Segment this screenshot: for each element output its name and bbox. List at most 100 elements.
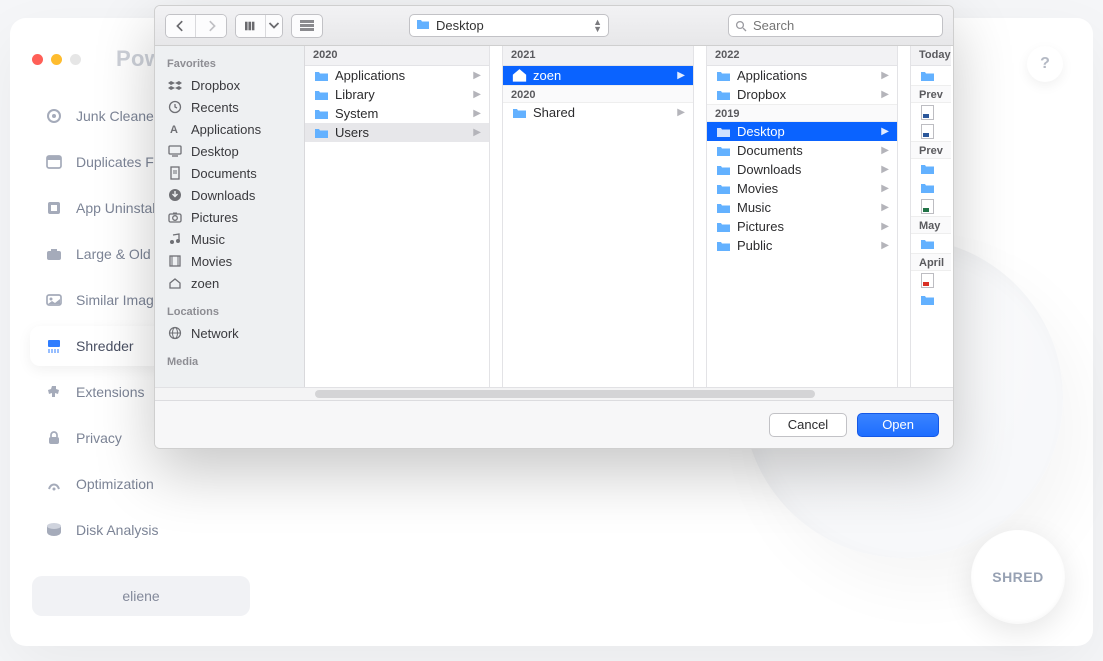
finder-sidebar-movies[interactable]: Movies	[155, 250, 304, 272]
finder-sidebar-label: Downloads	[191, 188, 255, 203]
folder-icon	[313, 106, 329, 122]
zoom-window-icon[interactable]	[70, 54, 81, 65]
browser-row[interactable]	[911, 178, 951, 197]
browser-row[interactable]: Applications ▶	[305, 66, 489, 85]
browser-row-label: Users	[335, 125, 369, 140]
chevron-right-icon: ▶	[473, 89, 481, 100]
shred-button[interactable]: SHRED	[971, 530, 1065, 624]
browser-row-label: Pictures	[737, 219, 784, 234]
finder-sidebar-downloads[interactable]: Downloads	[155, 184, 304, 206]
folder-icon	[919, 292, 935, 308]
favorites-header: Favorites	[155, 54, 304, 74]
finder-sidebar-applications[interactable]: AApplications	[155, 118, 304, 140]
browser-row[interactable]: Pictures ▶	[707, 217, 897, 236]
horizontal-scrollbar[interactable]	[155, 387, 953, 400]
finder-sidebar-label: Pictures	[191, 210, 238, 225]
column-group-header: April	[911, 253, 951, 271]
browser-row[interactable]: Downloads ▶	[707, 160, 897, 179]
finder-sidebar: Favorites DropboxRecentsAApplications Des…	[155, 46, 305, 387]
browser-row[interactable]: Documents ▶	[707, 141, 897, 160]
search-field[interactable]	[728, 14, 943, 37]
browser-row[interactable]: Applications ▶	[707, 66, 897, 85]
download-icon	[167, 187, 183, 203]
browser-row[interactable]: System ▶	[305, 104, 489, 123]
finder-sidebar-pictures[interactable]: Pictures	[155, 206, 304, 228]
folder-icon	[715, 143, 731, 159]
browser-row[interactable]: Shared ▶	[503, 103, 693, 122]
chevron-right-icon: ▶	[473, 108, 481, 119]
cancel-button[interactable]: Cancel	[769, 413, 847, 437]
browser-row[interactable]: Desktop ▶	[707, 122, 897, 141]
browser-row[interactable]	[911, 290, 951, 309]
nav-forward-button[interactable]	[196, 15, 226, 37]
browser-row[interactable]	[911, 159, 951, 178]
browser-row[interactable]: zoen ▶	[503, 66, 693, 85]
view-dropdown-button[interactable]	[266, 15, 282, 37]
finder-sidebar-recents[interactable]: Recents	[155, 96, 304, 118]
browser-row[interactable]: Public ▶	[707, 236, 897, 255]
browser-row-label: Public	[737, 238, 772, 253]
window-controls	[32, 54, 81, 65]
column-view-button[interactable]	[236, 15, 266, 37]
account-user-pill[interactable]: eliene	[32, 576, 250, 616]
minimize-window-icon[interactable]	[51, 54, 62, 65]
browser-row[interactable]: Movies ▶	[707, 179, 897, 198]
browser-row[interactable]: Users ▶	[305, 123, 489, 142]
search-input[interactable]	[753, 18, 936, 33]
desktop-icon	[167, 143, 183, 159]
group-by-button[interactable]	[291, 14, 323, 38]
browser-row-label: Dropbox	[737, 87, 786, 102]
folder-icon	[919, 236, 935, 252]
browser-row[interactable]	[911, 103, 951, 122]
sidebar-icon	[44, 152, 64, 172]
browser-row[interactable]	[911, 66, 951, 85]
browser-row[interactable]	[911, 122, 951, 141]
help-button[interactable]: ?	[1027, 46, 1063, 82]
finder-sidebar-documents[interactable]: Documents	[155, 162, 304, 184]
close-window-icon[interactable]	[32, 54, 43, 65]
open-button[interactable]: Open	[857, 413, 939, 437]
finder-sidebar-desktop[interactable]: Desktop	[155, 140, 304, 162]
sidebar-item-disk-analysis[interactable]: Disk Analysis	[30, 510, 242, 550]
svg-text:A: A	[170, 124, 178, 136]
sidebar-item-label: Optimization	[76, 476, 154, 492]
finder-sidebar-dropbox[interactable]: Dropbox	[155, 74, 304, 96]
chevron-right-icon: ▶	[881, 70, 889, 81]
film-icon	[167, 253, 183, 269]
chevron-right-icon: ▶	[473, 127, 481, 138]
browser-row[interactable]: Library ▶	[305, 85, 489, 104]
finder-sidebar-network[interactable]: Network	[155, 322, 304, 344]
path-popup-button[interactable]: Desktop ▲▼	[409, 14, 609, 37]
chevron-right-icon: ▶	[881, 221, 889, 232]
scrollbar-thumb[interactable]	[315, 390, 815, 398]
sidebar-icon	[44, 198, 64, 218]
chevron-right-icon: ▶	[677, 70, 685, 81]
browser-row[interactable]	[911, 271, 951, 290]
finder-sidebar-zoen[interactable]: zoen	[155, 272, 304, 294]
folder-icon	[715, 219, 731, 235]
browser-row[interactable]	[911, 234, 951, 253]
updown-icon: ▲▼	[593, 19, 602, 33]
sidebar-icon	[44, 290, 64, 310]
path-folder-label: Desktop	[436, 18, 484, 33]
column-group-header: Prev	[911, 141, 951, 159]
chevron-right-icon: ▶	[677, 107, 685, 118]
finder-sidebar-label: Desktop	[191, 144, 239, 159]
column-browser: 2020 Applications ▶ Library ▶ System ▶ U…	[305, 46, 953, 387]
sidebar-item-label: Disk Analysis	[76, 522, 158, 538]
nav-back-button[interactable]	[166, 15, 196, 37]
browser-row[interactable]: Dropbox ▶	[707, 85, 897, 104]
folder-icon	[313, 125, 329, 141]
sidebar-item-optimization[interactable]: Optimization	[30, 464, 242, 504]
folder-icon	[313, 87, 329, 103]
finder-sidebar-music[interactable]: Music	[155, 228, 304, 250]
chevron-right-icon: ▶	[881, 164, 889, 175]
column-header: 2022	[707, 46, 897, 66]
media-header: Media	[155, 352, 304, 372]
browser-column: 2022 Applications ▶ Dropbox ▶2019 Deskto…	[707, 46, 898, 387]
chevron-right-icon: ▶	[881, 126, 889, 137]
dropbox-icon	[167, 77, 183, 93]
folder-icon	[313, 68, 329, 84]
browser-row[interactable]	[911, 197, 951, 216]
browser-row[interactable]: Music ▶	[707, 198, 897, 217]
